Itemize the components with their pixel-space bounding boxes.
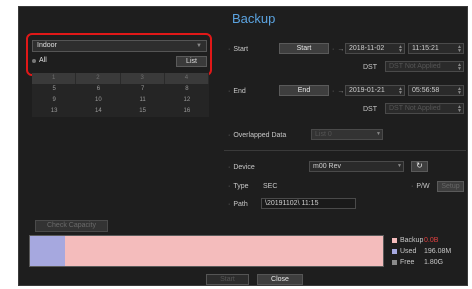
spinner-icon: ▲ ▼ [398, 44, 403, 54]
end-dst-value: DST Not Applied [389, 105, 441, 112]
start-label: Start [228, 46, 248, 53]
end-date-field[interactable]: 2019-01-21 ▲ ▼ [345, 85, 405, 96]
spinner-icon: ▲ ▼ [457, 62, 462, 72]
start-time-button[interactable]: Start [279, 43, 329, 54]
start-backup-button: Start [206, 274, 249, 285]
start-date-field[interactable]: 2018-11-02 ▲ ▼ [345, 43, 405, 54]
capacity-used-segment [30, 236, 66, 266]
legend-free: Free 1.80G [392, 259, 467, 268]
backup-swatch [392, 238, 397, 243]
end-dst-label: DST [363, 106, 377, 113]
device-dropdown[interactable]: m00 Rev ▼ [309, 161, 404, 172]
legend-key: Used [400, 248, 417, 255]
refresh-icon[interactable]: ↻ [411, 161, 428, 172]
end-label: End [228, 88, 245, 95]
free-swatch [392, 260, 397, 265]
legend-value: 1.80G [424, 259, 444, 266]
end-dst-field: DST Not Applied ▲ ▼ [385, 103, 464, 114]
channel-grid-row: 13 14 15 16 [32, 106, 209, 117]
channel-cell[interactable]: 9 [32, 95, 76, 106]
pw-checkbox[interactable]: P/W [411, 183, 429, 190]
legend-used: Used 196.08M [392, 248, 467, 257]
start-dst-label: DST [363, 64, 377, 71]
camera-group-value: Indoor [37, 42, 57, 49]
channel-cell[interactable]: 16 [165, 106, 209, 117]
capacity-bar [29, 235, 384, 267]
device-value: m00 Rev [313, 163, 342, 170]
path-value: \20191102\ 11:15 [265, 200, 319, 207]
path-field[interactable]: \20191102\ 11:15 [261, 198, 356, 209]
channel-cell[interactable]: 4 [164, 73, 209, 84]
start-time-field[interactable]: 11:15:21 ▲ ▼ [408, 43, 464, 54]
check-capacity-button: Check Capacity [35, 220, 108, 232]
channel-cell[interactable]: 2 [76, 73, 121, 84]
legend-key: Free [400, 259, 415, 266]
channel-cell[interactable]: 6 [76, 84, 120, 95]
end-separator: → [332, 88, 344, 95]
legend-value: 196.08M [424, 248, 452, 255]
overlapped-value: List 0 [315, 131, 332, 138]
start-dst-value: DST Not Applied [389, 63, 441, 70]
legend-key: Backup [400, 237, 424, 244]
chevron-down-icon: ▼ [376, 131, 381, 137]
end-time-value: 05:56:58 [412, 87, 440, 94]
start-date-value: 2018-11-02 [349, 45, 385, 52]
start-time-value: 11:15:21 [412, 45, 439, 52]
used-swatch [392, 249, 397, 254]
spinner-icon: ▲ ▼ [457, 104, 462, 114]
list-button[interactable]: List [176, 56, 207, 67]
start-separator: → [332, 46, 344, 53]
channel-grid-row: 9 10 11 12 [32, 95, 209, 106]
all-checkbox[interactable] [32, 58, 36, 63]
all-row: All List [32, 56, 207, 67]
camera-group-dropdown[interactable]: Indoor ▼ [32, 40, 207, 52]
channel-cell[interactable]: 13 [32, 106, 76, 117]
channel-grid: 1 2 3 4 5 6 7 8 9 10 11 12 13 14 15 16 [32, 73, 209, 117]
channel-cell[interactable]: 7 [121, 84, 165, 95]
legend-backup: Backup0.0B [392, 237, 467, 246]
type-label: Type [228, 183, 248, 190]
capacity-backup-segment [65, 236, 383, 266]
start-dst-field: DST Not Applied ▲ ▼ [385, 61, 464, 72]
channel-cell[interactable]: 14 [76, 106, 120, 117]
channel-cell[interactable]: 5 [32, 84, 76, 95]
overlapped-label: Overlapped Data [228, 132, 286, 139]
channel-grid-header: 1 2 3 4 [32, 73, 209, 84]
channel-grid-row: 5 6 7 8 [32, 84, 209, 95]
spinner-icon: ▲ ▼ [398, 86, 403, 96]
channel-cell[interactable]: 3 [120, 73, 165, 84]
setup-button: Setup [437, 181, 464, 192]
window-title: Backup [232, 11, 276, 26]
channel-cell[interactable]: 1 [32, 73, 77, 84]
spinner-icon: ▲ ▼ [457, 86, 462, 96]
channel-cell[interactable]: 11 [121, 95, 165, 106]
device-label: Device [228, 164, 254, 171]
chevron-down-icon: ▼ [397, 163, 402, 169]
channel-cell[interactable]: 8 [165, 84, 209, 95]
close-button[interactable]: Close [257, 274, 303, 285]
channel-cell[interactable]: 10 [76, 95, 120, 106]
channel-cell[interactable]: 12 [165, 95, 209, 106]
spinner-icon: ▲ ▼ [457, 44, 462, 54]
overlapped-dropdown: List 0 ▼ [311, 129, 383, 140]
backup-window: Backup Indoor ▼ All List 1 2 3 4 5 6 7 8… [18, 6, 468, 286]
legend-value: 0.0B [424, 237, 439, 244]
end-date-value: 2019-01-21 [349, 87, 385, 94]
channel-cell[interactable]: 15 [121, 106, 165, 117]
path-label: Path [228, 201, 247, 208]
end-time-field[interactable]: 05:56:58 ▲ ▼ [408, 85, 464, 96]
all-label: All [39, 57, 47, 64]
chevron-down-icon: ▼ [196, 43, 202, 49]
divider [224, 150, 466, 151]
end-time-button[interactable]: End [279, 85, 329, 96]
type-value: SEC [263, 183, 278, 190]
